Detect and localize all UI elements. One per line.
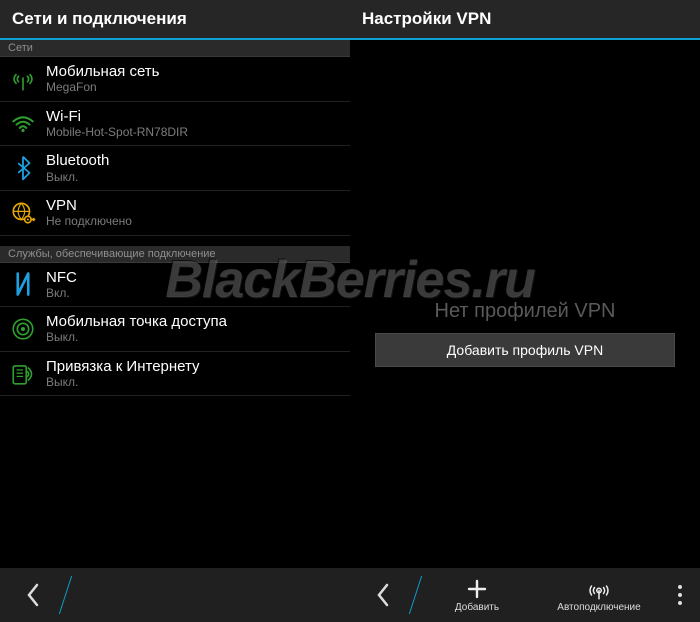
- list-item-sub: Не подключено: [46, 214, 342, 228]
- overflow-menu-button[interactable]: [660, 568, 700, 622]
- vpn-icon: [8, 198, 38, 228]
- plus-icon: [467, 578, 487, 600]
- list-item-mobile-network[interactable]: Мобильная сеть MegaFon: [0, 57, 350, 102]
- list-item-tethering[interactable]: Привязка к Интернету Выкл.: [0, 352, 350, 397]
- list-item-label: Привязка к Интернету: [46, 358, 342, 375]
- page-title: Сети и подключения: [0, 0, 350, 40]
- hotspot-icon: [8, 314, 38, 344]
- list-item-label: Мобильная сеть: [46, 63, 342, 80]
- empty-state: Нет профилей VPN Добавить профиль VPN: [350, 300, 700, 367]
- chevron-left-icon: [24, 582, 42, 608]
- bluetooth-icon: [8, 153, 38, 183]
- bottom-bar: Добавить Автоподключе: [350, 568, 700, 622]
- cellular-icon: [8, 64, 38, 94]
- list-item-sub: MegaFon: [46, 80, 342, 94]
- back-button[interactable]: [350, 568, 416, 622]
- list-item-sub: Mobile-Hot-Spot-RN78DIR: [46, 125, 342, 139]
- page-title-text: Настройки VPN: [362, 9, 491, 29]
- empty-state-title: Нет профилей VPN: [350, 300, 700, 323]
- back-button[interactable]: [0, 568, 66, 622]
- page-title: Настройки VPN: [350, 0, 700, 40]
- list-item-label: Wi-Fi: [46, 108, 342, 125]
- list-item-label: Bluetooth: [46, 152, 342, 169]
- list-item-hotspot[interactable]: Мобильная точка доступа Выкл.: [0, 307, 350, 352]
- list-item-wifi[interactable]: Wi-Fi Mobile-Hot-Spot-RN78DIR: [0, 102, 350, 147]
- page-title-text: Сети и подключения: [12, 9, 187, 29]
- list-item-sub: Выкл.: [46, 330, 342, 344]
- screen-network-connections: Сети и подключения Сети: [0, 0, 350, 622]
- screen-vpn-settings: Настройки VPN Нет профилей VPN Добавить …: [350, 0, 700, 622]
- toolbar-add-label: Добавить: [455, 602, 499, 613]
- section-header-services: Службы, обеспечивающие подключение: [0, 246, 350, 263]
- nfc-icon: [8, 269, 38, 299]
- bottom-bar: [0, 568, 350, 622]
- list-item-label: NFC: [46, 269, 342, 286]
- list-item-label: VPN: [46, 197, 342, 214]
- tether-icon: [8, 359, 38, 389]
- list-item-sub: Вкл.: [46, 286, 342, 300]
- add-vpn-profile-button[interactable]: Добавить профиль VPN: [375, 333, 675, 367]
- section-header-networks: Сети: [0, 40, 350, 57]
- wifi-icon: [8, 108, 38, 138]
- toolbar-autoconnect-button[interactable]: Автоподключение: [538, 568, 660, 622]
- list-item-label: Мобильная точка доступа: [46, 313, 342, 330]
- chevron-left-icon: [374, 582, 392, 608]
- more-vertical-icon: [677, 584, 683, 606]
- list-item-bluetooth[interactable]: Bluetooth Выкл.: [0, 146, 350, 191]
- list-item-sub: Выкл.: [46, 170, 342, 184]
- toolbar-add-button[interactable]: Добавить: [416, 568, 538, 622]
- list-item-sub: Выкл.: [46, 375, 342, 389]
- list-item-nfc[interactable]: NFC Вкл.: [0, 263, 350, 308]
- vpn-body: Нет профилей VPN Добавить профиль VPN: [350, 40, 700, 568]
- autoconnect-icon: [587, 578, 611, 600]
- toolbar-autoconnect-label: Автоподключение: [557, 602, 640, 613]
- list-item-vpn[interactable]: VPN Не подключено: [0, 191, 350, 236]
- list-body: Сети Мобильная сет: [0, 40, 350, 568]
